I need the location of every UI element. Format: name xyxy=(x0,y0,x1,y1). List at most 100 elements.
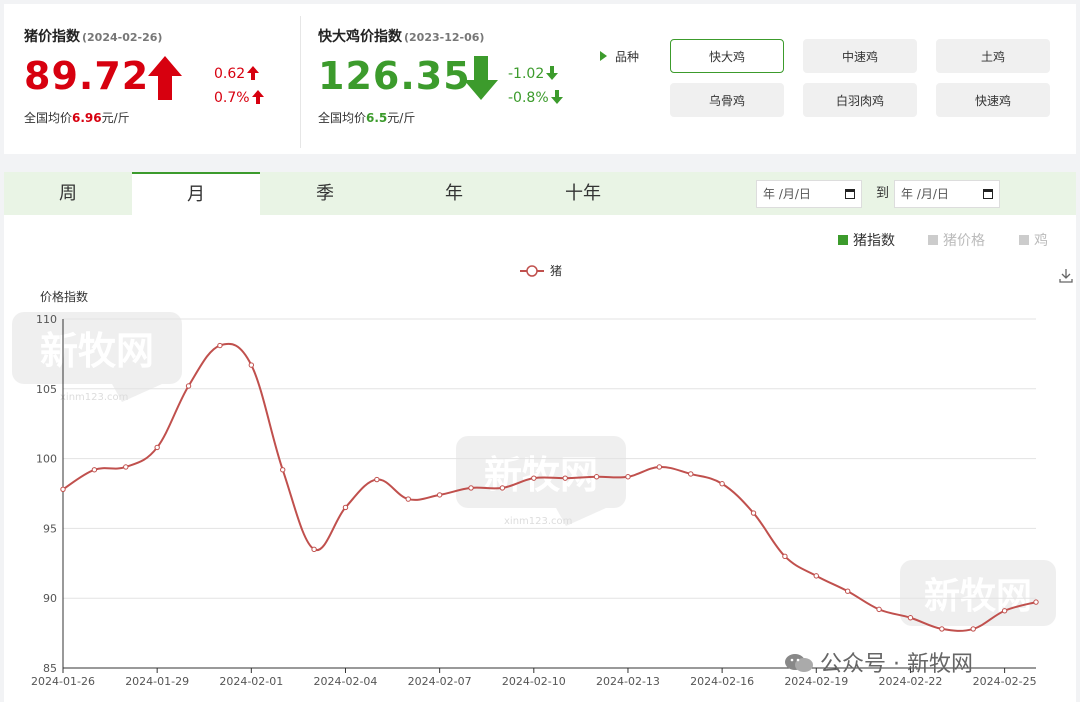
series-point xyxy=(750,510,757,516)
series-toggle-label: 鸡 xyxy=(1034,233,1048,249)
series-point xyxy=(123,464,129,470)
pig-index-value: 89.72 xyxy=(24,54,150,98)
chicken-change-abs-text: -1.02 xyxy=(508,66,545,82)
tab-year[interactable]: 年 xyxy=(390,172,518,215)
series-point xyxy=(217,342,223,349)
triangle-right-icon xyxy=(600,51,607,61)
legend-marker xyxy=(526,265,538,277)
pig-avg-unit: 元/斤 xyxy=(101,111,130,125)
variety-button-zhongsuji[interactable]: 中速鸡 xyxy=(803,39,917,73)
variety-button-wuguji[interactable]: 乌骨鸡 xyxy=(670,83,784,117)
chicken-index-title: 快大鸡价指数 (2023-12-06) xyxy=(318,26,484,46)
series-point xyxy=(374,476,380,483)
wechat-icon xyxy=(785,654,813,672)
pig-index-title-text: 猪价指数 xyxy=(24,29,80,45)
arrow-up-icon xyxy=(247,66,260,80)
wechat-watermark: 公众号 · 新牧网 xyxy=(784,646,973,678)
variety-button-kuaisuji[interactable]: 快速鸡 xyxy=(936,83,1050,117)
series-point xyxy=(436,492,443,498)
series-toggle-pig-index[interactable]: 猪指数 xyxy=(838,230,895,250)
chicken-index-value: 126.35 xyxy=(318,54,471,98)
chicken-avg-unit: 元/斤 xyxy=(387,111,416,125)
x-tick-label: 2024-02-07 xyxy=(408,675,472,688)
y-tick-label: 95 xyxy=(43,522,57,535)
chart-legend[interactable]: 猪 xyxy=(520,264,562,278)
series-point xyxy=(719,481,725,487)
x-tick-label: 2024-02-10 xyxy=(502,675,566,688)
y-tick-label: 100 xyxy=(36,453,57,466)
chicken-avg-price: 全国均价6.5元/斤 xyxy=(318,109,415,126)
series-point xyxy=(60,486,66,493)
x-tick-label: 2024-02-25 xyxy=(973,675,1037,688)
series-line-pig xyxy=(62,342,1037,632)
series-point xyxy=(405,496,411,502)
date-from-placeholder: 年 /月/日 xyxy=(763,187,811,201)
series-toggle-label: 猪指数 xyxy=(853,233,895,249)
tab-quarter[interactable]: 季 xyxy=(261,172,389,215)
series-point xyxy=(970,626,976,632)
series-point xyxy=(813,573,819,579)
x-tick-label: 2024-02-13 xyxy=(596,675,660,688)
date-range-to-label: 到 xyxy=(876,186,890,201)
index-summary-panel: 猪价指数 (2024-02-26) 89.72 0.62 0.7% 全国均价6.9… xyxy=(4,4,1076,154)
series-point xyxy=(185,383,192,389)
pig-index-change-abs: 0.62 xyxy=(214,66,260,82)
calendar-icon[interactable] xyxy=(983,189,993,199)
variety-button-baiyuji[interactable]: 白羽肉鸡 xyxy=(803,83,917,117)
series-point xyxy=(656,464,663,470)
tab-ten-years[interactable]: 十年 xyxy=(519,172,647,215)
tab-month[interactable]: 月 xyxy=(132,172,260,215)
series-point xyxy=(342,504,349,511)
legend-series-label: 猪 xyxy=(550,264,562,278)
series-point xyxy=(844,588,851,594)
series-point xyxy=(468,485,474,491)
series-point xyxy=(154,444,160,451)
series-point xyxy=(91,467,98,473)
series-point xyxy=(1001,608,1008,614)
variety-label-text: 品种 xyxy=(615,50,640,64)
pig-change-abs-text: 0.62 xyxy=(214,66,246,82)
calendar-icon[interactable] xyxy=(845,189,855,199)
pig-index-line-chart: 猪 价格指数 85 90 95 100 105 110 2024-01-26 2024-01… xyxy=(31,264,1039,688)
series-point xyxy=(625,474,631,480)
series-point xyxy=(1033,599,1039,605)
chicken-index-change-pct: -0.8% xyxy=(508,90,563,106)
arrow-down-icon xyxy=(464,56,498,100)
series-toggle-pig-price[interactable]: 猪价格 xyxy=(928,230,985,250)
tab-week[interactable]: 周 xyxy=(4,172,132,215)
x-tick-label: 2024-02-16 xyxy=(690,675,754,688)
series-point xyxy=(311,546,317,553)
chicken-change-pct-text: -0.8% xyxy=(508,90,549,106)
variety-button-tuji[interactable]: 土鸡 xyxy=(936,39,1050,73)
index-divider xyxy=(300,16,301,148)
arrow-down-icon xyxy=(550,90,563,104)
pig-avg-value: 6.96 xyxy=(72,111,102,125)
x-tick-label: 2024-02-01 xyxy=(219,675,283,688)
chart-grid xyxy=(62,318,1036,669)
date-to-placeholder: 年 /月/日 xyxy=(901,187,949,201)
chicken-avg-prefix: 全国均价 xyxy=(318,111,367,125)
chicken-index-title-text: 快大鸡价指数 xyxy=(318,29,402,45)
y-tick-label: 90 xyxy=(43,592,57,605)
variety-label: 品种 xyxy=(600,48,639,65)
pig-index-date: (2024-02-26) xyxy=(82,31,163,44)
series-point xyxy=(688,471,694,477)
date-from-input[interactable]: 年 /月/日 xyxy=(756,180,862,208)
series-point xyxy=(907,615,914,621)
arrow-down-icon xyxy=(546,66,559,80)
series-point xyxy=(562,475,568,481)
chicken-avg-value: 6.5 xyxy=(366,111,388,125)
period-tabs: 周 月 季 年 十年 年 /月/日 到 年 /月/日 xyxy=(4,172,1076,215)
series-point xyxy=(939,626,945,632)
series-point xyxy=(876,606,882,613)
y-tick-label: 85 xyxy=(43,662,57,675)
variety-button-kuaidaji[interactable]: 快大鸡 xyxy=(670,39,784,73)
y-axis-ticks: 85 90 95 100 105 110 xyxy=(36,313,57,675)
series-point xyxy=(593,474,600,480)
series-toggle-chicken[interactable]: 鸡 xyxy=(1019,230,1048,250)
pig-index-title: 猪价指数 (2024-02-26) xyxy=(24,26,162,46)
arrow-up-icon xyxy=(148,56,182,100)
series-point xyxy=(499,485,506,491)
date-to-input[interactable]: 年 /月/日 xyxy=(894,180,1000,208)
series-points xyxy=(60,342,1039,632)
